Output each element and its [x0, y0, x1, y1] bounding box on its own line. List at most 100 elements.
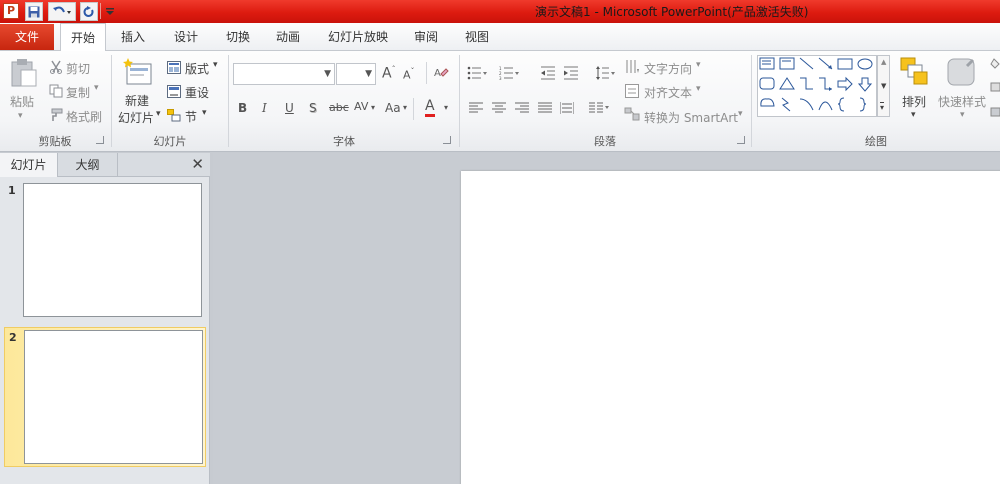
tab-insert[interactable]: 插入	[111, 23, 155, 51]
align-text-chevron-icon[interactable]: ▾	[696, 84, 701, 94]
shape-effects-icon[interactable]	[990, 105, 1000, 119]
strikethrough-button[interactable]: abc	[329, 101, 349, 114]
columns-icon[interactable]	[588, 101, 610, 115]
bold-button[interactable]: B	[238, 101, 247, 115]
justify-icon[interactable]	[537, 101, 553, 115]
bullets-icon[interactable]	[466, 65, 488, 81]
tab-review[interactable]: 审阅	[404, 23, 448, 51]
undo-icon[interactable]	[48, 2, 76, 21]
arrange-label[interactable]: 排列	[902, 93, 926, 110]
slide-thumbnail[interactable]	[24, 330, 203, 464]
text-direction-chevron-icon[interactable]: ▾	[696, 60, 701, 70]
shapes-gallery[interactable]	[757, 55, 877, 117]
align-right-icon[interactable]	[514, 101, 530, 115]
font-name-combo[interactable]: ▼	[233, 63, 335, 85]
slide-number: 1	[8, 184, 16, 197]
new-slide-icon[interactable]	[121, 55, 155, 89]
line-spacing-icon[interactable]	[594, 65, 616, 81]
reset-icon[interactable]	[166, 83, 182, 99]
increase-indent-icon[interactable]	[563, 65, 579, 81]
slide-thumbnail[interactable]	[23, 183, 202, 317]
drawing-group-label: 绘图	[865, 135, 887, 148]
customize-qat-chevron-icon[interactable]	[104, 2, 116, 21]
shadow-button[interactable]: S	[309, 101, 317, 115]
convert-smartart-icon[interactable]	[624, 106, 640, 122]
arrange-icon[interactable]	[898, 55, 930, 87]
redo-icon[interactable]	[80, 2, 98, 21]
gallery-up-icon[interactable]: ▲	[881, 58, 886, 66]
save-icon[interactable]	[25, 2, 43, 21]
copy-label[interactable]: 复制	[66, 84, 90, 101]
format-painter-icon[interactable]	[48, 107, 64, 123]
text-direction-icon[interactable]	[624, 58, 640, 76]
slide-number: 2	[9, 331, 17, 344]
tab-transitions[interactable]: 切换	[216, 23, 260, 51]
grow-font-icon[interactable]: Aˆ	[382, 65, 396, 82]
quick-styles-label[interactable]: 快速样式	[938, 93, 986, 110]
section-label[interactable]: 节	[185, 108, 197, 125]
convert-smartart-label[interactable]: 转换为 SmartArt	[644, 109, 738, 126]
align-text-icon[interactable]	[624, 82, 640, 100]
layout-dropdown-chevron-icon[interactable]: ▾	[213, 60, 218, 70]
panel-tab-outline[interactable]: 大纲	[58, 153, 118, 177]
gallery-more-icon[interactable]: ▾	[880, 102, 885, 112]
arrange-chevron-icon[interactable]: ▾	[911, 110, 916, 120]
new-slide-dropdown-chevron-icon[interactable]: ▾	[156, 109, 161, 119]
distribute-icon[interactable]	[559, 101, 575, 115]
paste-dropdown-chevron-icon[interactable]: ▾	[18, 111, 23, 121]
character-spacing-chevron-icon[interactable]: ▾	[371, 103, 375, 112]
numbering-icon[interactable]: 123	[498, 65, 520, 81]
copy-dropdown-chevron-icon[interactable]: ▾	[94, 83, 99, 93]
tab-slideshow[interactable]: 幻灯片放映	[318, 23, 398, 51]
panel-tab-slides[interactable]: 幻灯片	[0, 153, 58, 177]
font-color-button[interactable]: A	[425, 99, 435, 117]
new-slide-label-line1[interactable]: 新建	[125, 92, 149, 109]
quick-styles-chevron-icon[interactable]: ▾	[960, 110, 965, 120]
slide-thumbnail-item[interactable]: 2	[4, 327, 206, 467]
font-size-combo[interactable]: ▼	[336, 63, 376, 85]
font-launcher-icon[interactable]	[443, 136, 451, 144]
copy-icon[interactable]	[48, 83, 64, 99]
cut-label[interactable]: 剪切	[66, 60, 90, 77]
format-painter-label[interactable]: 格式刷	[66, 108, 102, 125]
shape-outline-icon[interactable]	[990, 81, 1000, 95]
paste-label[interactable]: 粘贴	[10, 93, 34, 110]
character-spacing-button[interactable]: AV	[354, 100, 368, 113]
font-color-chevron-icon[interactable]: ▾	[444, 103, 448, 112]
current-slide-canvas[interactable]	[461, 171, 1000, 484]
layout-icon[interactable]	[166, 59, 182, 75]
shrink-font-icon[interactable]: Aˇ	[403, 67, 415, 82]
tab-animations[interactable]: 动画	[266, 23, 310, 51]
align-text-label[interactable]: 对齐文本	[644, 84, 692, 101]
shape-fill-icon[interactable]	[990, 57, 1000, 71]
tab-design[interactable]: 设计	[164, 23, 208, 51]
change-case-button[interactable]: Aa	[385, 101, 401, 115]
section-icon[interactable]	[166, 107, 182, 123]
cut-icon[interactable]	[48, 59, 64, 75]
new-slide-label-line2[interactable]: 幻灯片	[118, 109, 154, 126]
reset-label[interactable]: 重设	[185, 84, 209, 101]
paragraph-launcher-icon[interactable]	[737, 136, 745, 144]
gallery-down-icon[interactable]: ▼	[881, 82, 886, 90]
quick-styles-icon[interactable]	[944, 55, 978, 89]
decrease-indent-icon[interactable]	[540, 65, 556, 81]
align-center-icon[interactable]	[491, 101, 507, 115]
close-icon[interactable]: ✕	[191, 155, 204, 173]
underline-button[interactable]: U	[285, 101, 294, 115]
align-left-icon[interactable]	[468, 101, 484, 115]
paste-icon[interactable]	[8, 57, 40, 89]
change-case-chevron-icon[interactable]: ▾	[403, 103, 407, 112]
convert-smartart-chevron-icon[interactable]: ▾	[738, 109, 743, 119]
tab-home[interactable]: 开始	[60, 23, 106, 52]
clipboard-launcher-icon[interactable]	[96, 136, 104, 144]
slide-thumbnail-item[interactable]: 1	[4, 181, 206, 321]
section-dropdown-chevron-icon[interactable]: ▾	[202, 108, 207, 118]
shapes-gallery-scroll[interactable]: ▲ ▼ ▾	[877, 55, 890, 117]
window-title: 演示文稿1 - Microsoft PowerPoint(产品激活失败)	[535, 5, 809, 19]
layout-label[interactable]: 版式	[185, 60, 209, 77]
italic-button[interactable]: I	[262, 101, 267, 115]
tab-file[interactable]: 文件	[0, 24, 54, 50]
text-direction-label[interactable]: 文字方向	[644, 60, 692, 77]
tab-view[interactable]: 视图	[455, 23, 499, 51]
clear-formatting-icon[interactable]: A	[432, 64, 450, 82]
